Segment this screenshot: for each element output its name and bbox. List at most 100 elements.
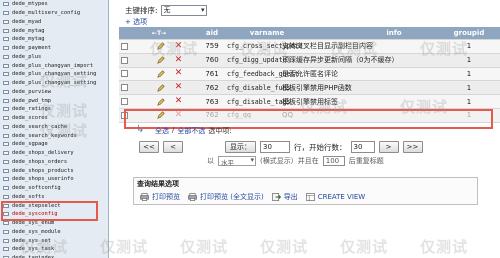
sidebar-table-item[interactable]: dede_search_keywords <box>0 131 108 140</box>
table-icon <box>3 229 9 234</box>
edit-icon[interactable] <box>154 40 167 53</box>
row-checkbox[interactable] <box>121 84 128 92</box>
delete-icon[interactable]: ✕ <box>172 54 185 67</box>
cell-aid: 761 <box>205 69 219 78</box>
table-icon <box>3 116 9 121</box>
repeat-input[interactable]: 100 <box>322 156 345 166</box>
cell-info: 模板引擎禁用标签 <box>282 97 338 106</box>
last-page-button[interactable]: >> <box>402 141 423 153</box>
sidebar-highlight-box <box>1 201 98 221</box>
next-page-button[interactable]: > <box>378 141 399 153</box>
table-icon <box>3 63 9 68</box>
delete-icon[interactable]: ✕ <box>172 95 185 108</box>
cell-aid: 759 <box>205 42 219 51</box>
sidebar-table-item[interactable]: dede_myad <box>0 18 108 27</box>
sidebar-table-item[interactable]: dede_plus_changyan_setting <box>0 79 108 88</box>
sidebar-table-item[interactable]: dede_multiserv_config <box>0 9 108 18</box>
first-page-button[interactable]: << <box>139 141 159 153</box>
query-action-3[interactable]: CREATE VIEW <box>305 193 365 201</box>
sidebar-table-item[interactable]: dede_tagindex <box>0 254 108 258</box>
sidebar-table-item[interactable]: dede_softs <box>0 193 108 202</box>
select-none-link[interactable]: 全部不选 <box>177 126 205 136</box>
table-icon <box>3 124 9 129</box>
sidebar-table-item[interactable]: dede_shops_userinfo <box>0 175 108 184</box>
header-aid[interactable]: aid <box>197 27 227 39</box>
sidebar-table-label: dede_softs <box>12 193 45 200</box>
row-checkbox[interactable] <box>121 98 128 106</box>
table-icon <box>3 37 9 42</box>
sidebar-table-item[interactable]: dede_scores <box>0 114 108 123</box>
sidebar-table-item[interactable]: dede_shops_orders <box>0 158 108 167</box>
query-action-1[interactable]: 打印预览 (全文显示) <box>188 192 264 202</box>
selection-bar: 全选 / 全部不选 选中项: <box>155 126 232 136</box>
grid-header: ←T→ aid varname info groupid <box>119 27 500 40</box>
query-action-0[interactable]: 打印预览 <box>140 192 180 202</box>
sidebar-table-item[interactable]: dede_sys_task <box>0 245 108 254</box>
select-all-link[interactable]: 全选 <box>155 126 169 136</box>
sidebar-table-item[interactable]: dede_sys_module <box>0 228 108 237</box>
rows-input[interactable]: 30 <box>260 141 290 153</box>
row-checkbox[interactable] <box>121 56 128 64</box>
sidebar-table-item[interactable]: dede_purview <box>0 88 108 97</box>
row-checkbox[interactable] <box>121 42 128 50</box>
sort-select[interactable]: 无 <box>160 5 207 16</box>
delete-icon[interactable]: ✕ <box>172 81 185 94</box>
sidebar-table-item[interactable]: dede_pwd_tmp <box>0 96 108 105</box>
sidebar-table-item[interactable]: dede_shops_delivery <box>0 149 108 158</box>
sidebar-table-label: dede_softconfig <box>12 185 61 192</box>
sidebar-table-label: dede_plus <box>12 53 42 60</box>
table-icon <box>3 186 9 191</box>
options-link[interactable]: + 选项 <box>125 17 147 27</box>
sidebar-table-label: dede_search_keywords <box>12 132 77 139</box>
sort-value: 无 <box>163 6 171 14</box>
sidebar-table-item[interactable]: dede_plus_changyan_import <box>0 61 108 70</box>
edit-icon[interactable] <box>154 68 167 81</box>
cell-info: 支持交叉栏目显示副栏目内容 <box>282 42 373 51</box>
table-icon <box>3 19 9 24</box>
delete-icon[interactable]: ✕ <box>172 40 185 53</box>
mode-select[interactable]: 水平 <box>218 156 256 167</box>
row-checkbox-cell <box>121 54 130 67</box>
cell-groupid: 1 <box>466 97 472 106</box>
sidebar-table-item[interactable]: dede_plus <box>0 53 108 62</box>
show-button[interactable]: 显示： <box>225 141 256 153</box>
sidebar-table-item[interactable]: dede_ratings <box>0 105 108 114</box>
cell-info: 顶踩缓存异步更新间隔（0为不缓存） <box>282 56 399 65</box>
sidebar-table-item[interactable]: dede_mytag <box>0 35 108 44</box>
delete-icon[interactable]: ✕ <box>172 68 185 81</box>
table-row: ✕ 759 cfg_cross_sectypeid 支持交叉栏目显示副栏目内容 1 <box>119 40 500 54</box>
edit-icon[interactable] <box>154 54 167 67</box>
printer-icon <box>188 193 197 201</box>
header-info[interactable]: info <box>369 27 419 39</box>
cell-info: 是否允许匿名评论 <box>282 69 338 78</box>
cell-groupid: 1 <box>466 56 472 65</box>
sidebar-table-item[interactable]: dede_softconfig <box>0 184 108 193</box>
cell-aid: 762 <box>205 83 219 92</box>
sidebar-table-item[interactable]: dede_sgpage <box>0 140 108 149</box>
mode-middle-text: (横式显示）并且在 <box>260 157 319 165</box>
start-row-input[interactable]: 30 <box>350 141 375 153</box>
table-icon <box>3 107 9 112</box>
query-results-panel: 查询结果选项 打印预览 打印预览 (全文显示) 导出 CREATE VIEW <box>133 177 478 205</box>
sidebar-table-item[interactable]: dede_search_cache <box>0 123 108 132</box>
header-varname[interactable]: varname <box>237 27 297 39</box>
row-checkbox[interactable] <box>121 70 128 78</box>
edit-icon[interactable] <box>154 95 167 108</box>
sidebar-table-item[interactable]: dede_payment <box>0 44 108 53</box>
table-icon <box>3 54 9 59</box>
sidebar-table-item[interactable]: dede_mytag <box>0 26 108 35</box>
header-arrows[interactable]: ←T→ <box>129 27 189 39</box>
query-action-label: 打印预览 (全文显示) <box>200 193 264 201</box>
sidebar-table-label: dede_sys_task <box>12 246 55 253</box>
edit-icon[interactable] <box>154 81 167 94</box>
sidebar-table-item[interactable]: dede_plus_changyan_setting <box>0 70 108 79</box>
sidebar-table-item[interactable]: dede_mtypes <box>0 0 108 9</box>
sidebar-table-item[interactable]: dede_shops_products <box>0 166 108 175</box>
view-icon <box>305 193 315 201</box>
prev-page-button[interactable]: < <box>163 141 183 153</box>
query-action-2[interactable]: 导出 <box>271 192 298 202</box>
table-icon <box>3 133 9 138</box>
header-groupid[interactable]: groupid <box>449 27 489 39</box>
sidebar-table-item[interactable]: dede_sys_set <box>0 236 108 245</box>
export-icon <box>271 193 281 201</box>
